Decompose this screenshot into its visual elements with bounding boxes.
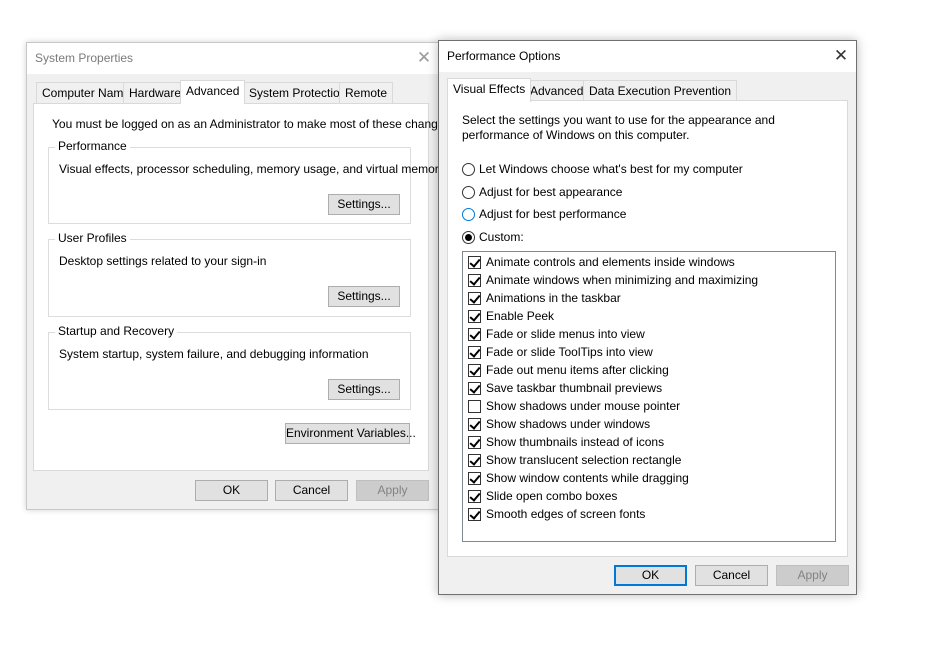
startup-recovery-group: Startup and Recovery System startup, sys…: [48, 324, 411, 410]
cancel-button[interactable]: Cancel: [695, 565, 768, 586]
effect-label: Fade or slide menus into view: [486, 327, 645, 341]
tab-data-execution-prevention[interactable]: Data Execution Prevention: [583, 80, 738, 101]
visual-effects-panel: Select the settings you want to use for …: [447, 100, 848, 557]
effect-label: Smooth edges of screen fonts: [486, 507, 646, 521]
checkbox[interactable]: [468, 256, 481, 269]
checkbox[interactable]: [468, 274, 481, 287]
radio-label: Let Windows choose what's best for my co…: [479, 162, 743, 176]
effect-label: Save taskbar thumbnail previews: [486, 381, 663, 395]
checkbox[interactable]: [468, 382, 481, 395]
checkbox[interactable]: [468, 490, 481, 503]
user-profiles-group: User Profiles Desktop settings related t…: [48, 231, 411, 317]
effect-label: Show shadows under mouse pointer: [486, 399, 681, 413]
tab-computer-name[interactable]: Computer Name: [36, 82, 137, 103]
tab-hardware[interactable]: Hardware: [123, 82, 188, 103]
visual-effects-list[interactable]: Animate controls and elements inside win…: [462, 251, 836, 542]
startup-recovery-description: System startup, system failure, and debu…: [59, 347, 369, 361]
effect-label: Fade out menu items after clicking: [486, 363, 669, 377]
checkbox[interactable]: [468, 328, 481, 341]
performance-settings-button[interactable]: Settings...: [328, 194, 400, 215]
advanced-tab-panel: You must be logged on as an Administrato…: [33, 103, 454, 471]
ok-button[interactable]: OK: [195, 480, 268, 501]
close-icon[interactable]: ✕: [826, 41, 856, 71]
effect-label: Slide open combo boxes: [486, 489, 618, 503]
effect-label: Show translucent selection rectangle: [486, 453, 682, 467]
checkbox[interactable]: [468, 472, 481, 485]
apply-button[interactable]: Apply: [776, 565, 849, 586]
performance-options-titlebar[interactable]: Performance Options ✕: [439, 41, 856, 72]
tab-remote[interactable]: Remote: [339, 82, 394, 103]
apply-button[interactable]: Apply: [356, 480, 429, 501]
performance-options-title: Performance Options: [447, 49, 561, 63]
startup-recovery-settings-button[interactable]: Settings...: [328, 379, 400, 400]
effect-label: Show thumbnails instead of icons: [486, 435, 665, 449]
checkbox[interactable]: [468, 310, 481, 323]
performance-description: Visual effects, processor scheduling, me…: [59, 162, 445, 176]
tab-visual-effects[interactable]: Visual Effects: [447, 78, 532, 102]
radio-label: Adjust for best appearance: [479, 185, 623, 199]
system-properties-title: System Properties: [35, 51, 134, 65]
user-profiles-group-label: User Profiles: [55, 231, 130, 245]
checkbox[interactable]: [468, 364, 481, 377]
visual-effects-description: Select the settings you want to use for …: [462, 113, 775, 142]
effect-label: Fade or slide ToolTips into view: [486, 345, 653, 359]
user-profiles-settings-button[interactable]: Settings...: [328, 286, 400, 307]
tab-advanced[interactable]: Advanced: [524, 80, 590, 101]
checkbox[interactable]: [468, 400, 481, 413]
tab-advanced[interactable]: Advanced: [180, 80, 246, 104]
cancel-button[interactable]: Cancel: [275, 480, 348, 501]
effect-label: Animate controls and elements inside win…: [486, 255, 735, 269]
radio-label: Adjust for best performance: [479, 207, 627, 221]
performance-options-window: Performance Options ✕ Visual Effects Adv…: [438, 40, 857, 595]
startup-recovery-group-label: Startup and Recovery: [55, 324, 178, 338]
effect-label: Show window contents while dragging: [486, 471, 689, 485]
system-properties-titlebar[interactable]: System Properties ✕: [27, 43, 439, 74]
user-profiles-description: Desktop settings related to your sign-in: [59, 254, 267, 268]
radio-button[interactable]: [462, 231, 475, 244]
ok-button[interactable]: OK: [614, 565, 687, 586]
radio-button[interactable]: [462, 208, 475, 221]
effect-label: Show shadows under windows: [486, 417, 651, 431]
checkbox[interactable]: [468, 292, 481, 305]
radio-button[interactable]: [462, 186, 475, 199]
environment-variables-button[interactable]: Environment Variables...: [285, 423, 416, 444]
checkbox[interactable]: [468, 454, 481, 467]
system-properties-window: System Properties ✕ Computer Name Hardwa…: [26, 42, 454, 510]
admin-note: You must be logged on as an Administrato…: [52, 117, 454, 131]
performance-group-label: Performance: [55, 139, 130, 153]
checkbox[interactable]: [468, 418, 481, 431]
close-icon[interactable]: ✕: [409, 43, 439, 73]
checkbox[interactable]: [468, 346, 481, 359]
checkbox[interactable]: [468, 436, 481, 449]
tab-system-protection[interactable]: System Protection: [243, 82, 353, 103]
effect-label: Enable Peek: [486, 309, 555, 323]
effect-label: Animate windows when minimizing and maxi…: [486, 273, 759, 287]
radio-label: Custom:: [479, 230, 524, 244]
checkbox[interactable]: [468, 508, 481, 521]
effect-label: Animations in the taskbar: [486, 291, 621, 305]
performance-group: Performance Visual effects, processor sc…: [48, 139, 445, 224]
radio-button[interactable]: [462, 163, 475, 176]
